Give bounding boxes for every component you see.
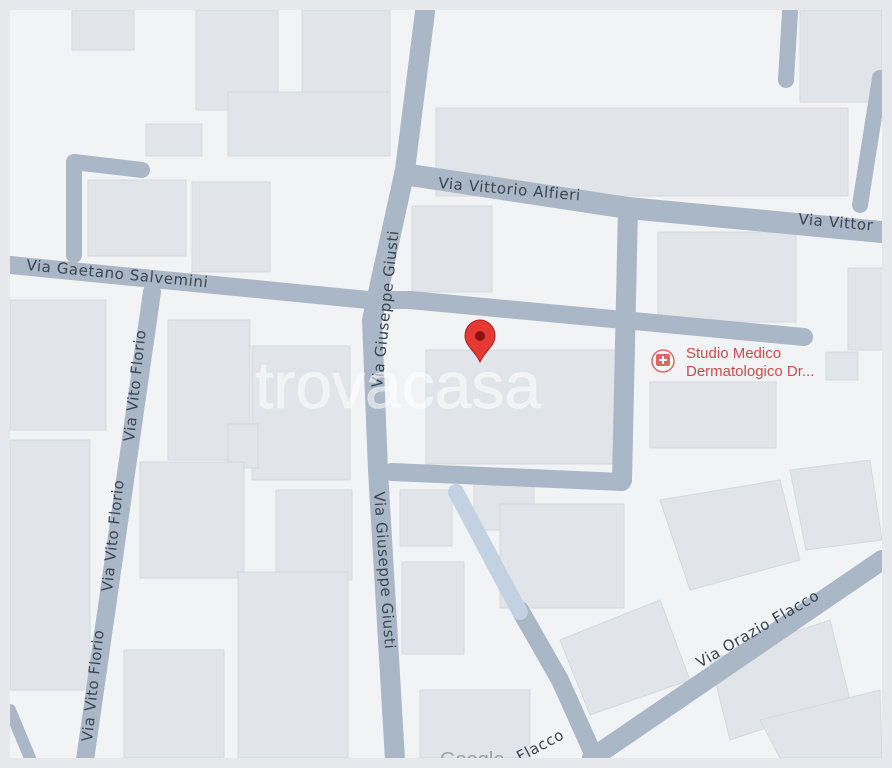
- google-logo: Google: [440, 749, 505, 768]
- watermark: trovacasa: [255, 348, 542, 423]
- google-attribution: Google: [440, 749, 505, 768]
- poi-label-line2: Dermatologico Dr...: [686, 363, 814, 380]
- poi-studio-medico[interactable]: Studio Medico Dermatologico Dr...: [651, 345, 814, 380]
- watermark-text: trovacasa: [255, 348, 541, 422]
- street-label-via-gaetano-salvemini: Via Gaetano Salvemini: [26, 256, 210, 291]
- medical-icon: [651, 349, 675, 373]
- poi-label-line1: Studio Medico: [686, 345, 781, 362]
- map-canvas[interactable]: Via Vittorio Alfieri Via Vittor Via Gaet…: [0, 0, 892, 768]
- map-frame[interactable]: Via Vittorio Alfieri Via Vittor Via Gaet…: [0, 0, 892, 768]
